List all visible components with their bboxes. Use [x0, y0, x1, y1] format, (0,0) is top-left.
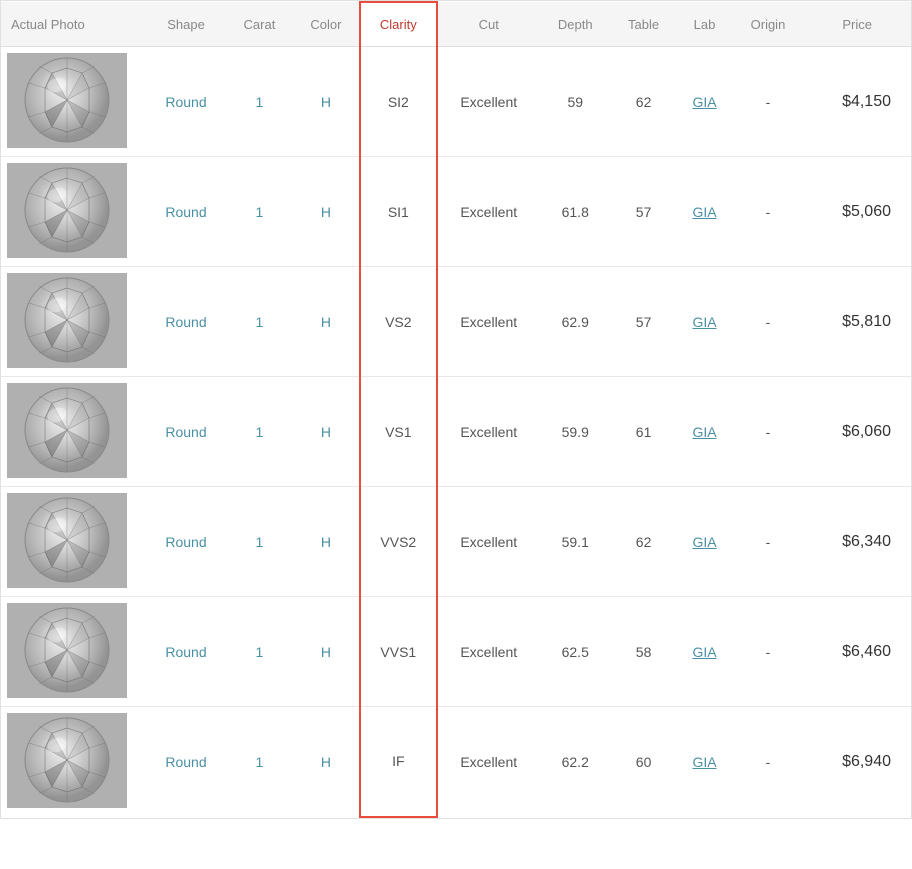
table-row: Round 1 H VS1 Excellent 59.9 61 GIA - $6… — [1, 377, 911, 487]
carat-cell: 1 — [226, 377, 293, 487]
photo-cell — [1, 157, 146, 267]
header-photo: Actual Photo — [1, 2, 146, 47]
table-row: Round 1 H IF Excellent 62.2 60 GIA - $6,… — [1, 707, 911, 817]
photo-cell — [1, 707, 146, 817]
carat-cell: 1 — [226, 597, 293, 707]
origin-cell: - — [733, 157, 804, 267]
depth-cell: 59 — [540, 47, 611, 157]
origin-cell: - — [733, 377, 804, 487]
clarity-cell: VVS1 — [360, 597, 437, 707]
lab-cell[interactable]: GIA — [676, 597, 732, 707]
depth-cell: 62.2 — [540, 707, 611, 817]
cut-cell: Excellent — [437, 377, 540, 487]
header-depth: Depth — [540, 2, 611, 47]
header-cut: Cut — [437, 2, 540, 47]
color-cell: H — [293, 47, 360, 157]
header-shape: Shape — [146, 2, 226, 47]
color-cell: H — [293, 267, 360, 377]
clarity-cell: SI2 — [360, 47, 437, 157]
photo-cell — [1, 487, 146, 597]
lab-cell[interactable]: GIA — [676, 377, 732, 487]
carat-cell: 1 — [226, 267, 293, 377]
price-cell: $4,150 — [803, 47, 911, 157]
header-carat: Carat — [226, 2, 293, 47]
lab-cell[interactable]: GIA — [676, 707, 732, 817]
table-row: Round 1 H SI1 Excellent 61.8 57 GIA - $5… — [1, 157, 911, 267]
origin-cell: - — [733, 47, 804, 157]
table-cell: 57 — [611, 267, 677, 377]
origin-cell: - — [733, 487, 804, 597]
clarity-cell: VS1 — [360, 377, 437, 487]
table-cell: 60 — [611, 707, 677, 817]
cut-cell: Excellent — [437, 47, 540, 157]
photo-cell — [1, 597, 146, 707]
price-cell: $6,060 — [803, 377, 911, 487]
shape-cell: Round — [146, 377, 226, 487]
depth-cell: 62.9 — [540, 267, 611, 377]
clarity-cell: SI1 — [360, 157, 437, 267]
shape-cell: Round — [146, 157, 226, 267]
color-cell: H — [293, 487, 360, 597]
cut-cell: Excellent — [437, 267, 540, 377]
photo-cell — [1, 47, 146, 157]
table-row: Round 1 H VS2 Excellent 62.9 57 GIA - $5… — [1, 267, 911, 377]
photo-cell — [1, 267, 146, 377]
clarity-cell: IF — [360, 707, 437, 817]
lab-cell[interactable]: GIA — [676, 487, 732, 597]
shape-cell: Round — [146, 267, 226, 377]
depth-cell: 59.9 — [540, 377, 611, 487]
lab-cell[interactable]: GIA — [676, 157, 732, 267]
depth-cell: 61.8 — [540, 157, 611, 267]
header-lab: Lab — [676, 2, 732, 47]
price-cell: $5,810 — [803, 267, 911, 377]
table-cell: 61 — [611, 377, 677, 487]
diamond-table-container: Actual Photo Shape Carat Color Clarity C… — [0, 0, 912, 819]
carat-cell: 1 — [226, 487, 293, 597]
cut-cell: Excellent — [437, 157, 540, 267]
table-row: Round 1 H VVS1 Excellent 62.5 58 GIA - $… — [1, 597, 911, 707]
price-cell: $6,940 — [803, 707, 911, 817]
clarity-cell: VS2 — [360, 267, 437, 377]
carat-cell: 1 — [226, 47, 293, 157]
origin-cell: - — [733, 597, 804, 707]
price-cell: $5,060 — [803, 157, 911, 267]
origin-cell: - — [733, 267, 804, 377]
table-cell: 62 — [611, 47, 677, 157]
lab-cell[interactable]: GIA — [676, 47, 732, 157]
depth-cell: 62.5 — [540, 597, 611, 707]
shape-cell: Round — [146, 47, 226, 157]
table-cell: 58 — [611, 597, 677, 707]
origin-cell: - — [733, 707, 804, 817]
color-cell: H — [293, 157, 360, 267]
lab-cell[interactable]: GIA — [676, 267, 732, 377]
header-price: Price — [803, 2, 911, 47]
color-cell: H — [293, 377, 360, 487]
header-clarity: Clarity — [360, 2, 437, 47]
diamond-table: Actual Photo Shape Carat Color Clarity C… — [1, 1, 911, 818]
carat-cell: 1 — [226, 707, 293, 817]
cut-cell: Excellent — [437, 597, 540, 707]
price-cell: $6,460 — [803, 597, 911, 707]
cut-cell: Excellent — [437, 707, 540, 817]
shape-cell: Round — [146, 707, 226, 817]
header-origin: Origin — [733, 2, 804, 47]
price-cell: $6,340 — [803, 487, 911, 597]
color-cell: H — [293, 707, 360, 817]
carat-cell: 1 — [226, 157, 293, 267]
header-table: Table — [611, 2, 677, 47]
table-header-row: Actual Photo Shape Carat Color Clarity C… — [1, 2, 911, 47]
color-cell: H — [293, 597, 360, 707]
cut-cell: Excellent — [437, 487, 540, 597]
clarity-cell: VVS2 — [360, 487, 437, 597]
table-cell: 62 — [611, 487, 677, 597]
table-cell: 57 — [611, 157, 677, 267]
table-row: Round 1 H SI2 Excellent 59 62 GIA - $4,1… — [1, 47, 911, 157]
depth-cell: 59.1 — [540, 487, 611, 597]
header-color: Color — [293, 2, 360, 47]
shape-cell: Round — [146, 597, 226, 707]
table-row: Round 1 H VVS2 Excellent 59.1 62 GIA - $… — [1, 487, 911, 597]
photo-cell — [1, 377, 146, 487]
shape-cell: Round — [146, 487, 226, 597]
